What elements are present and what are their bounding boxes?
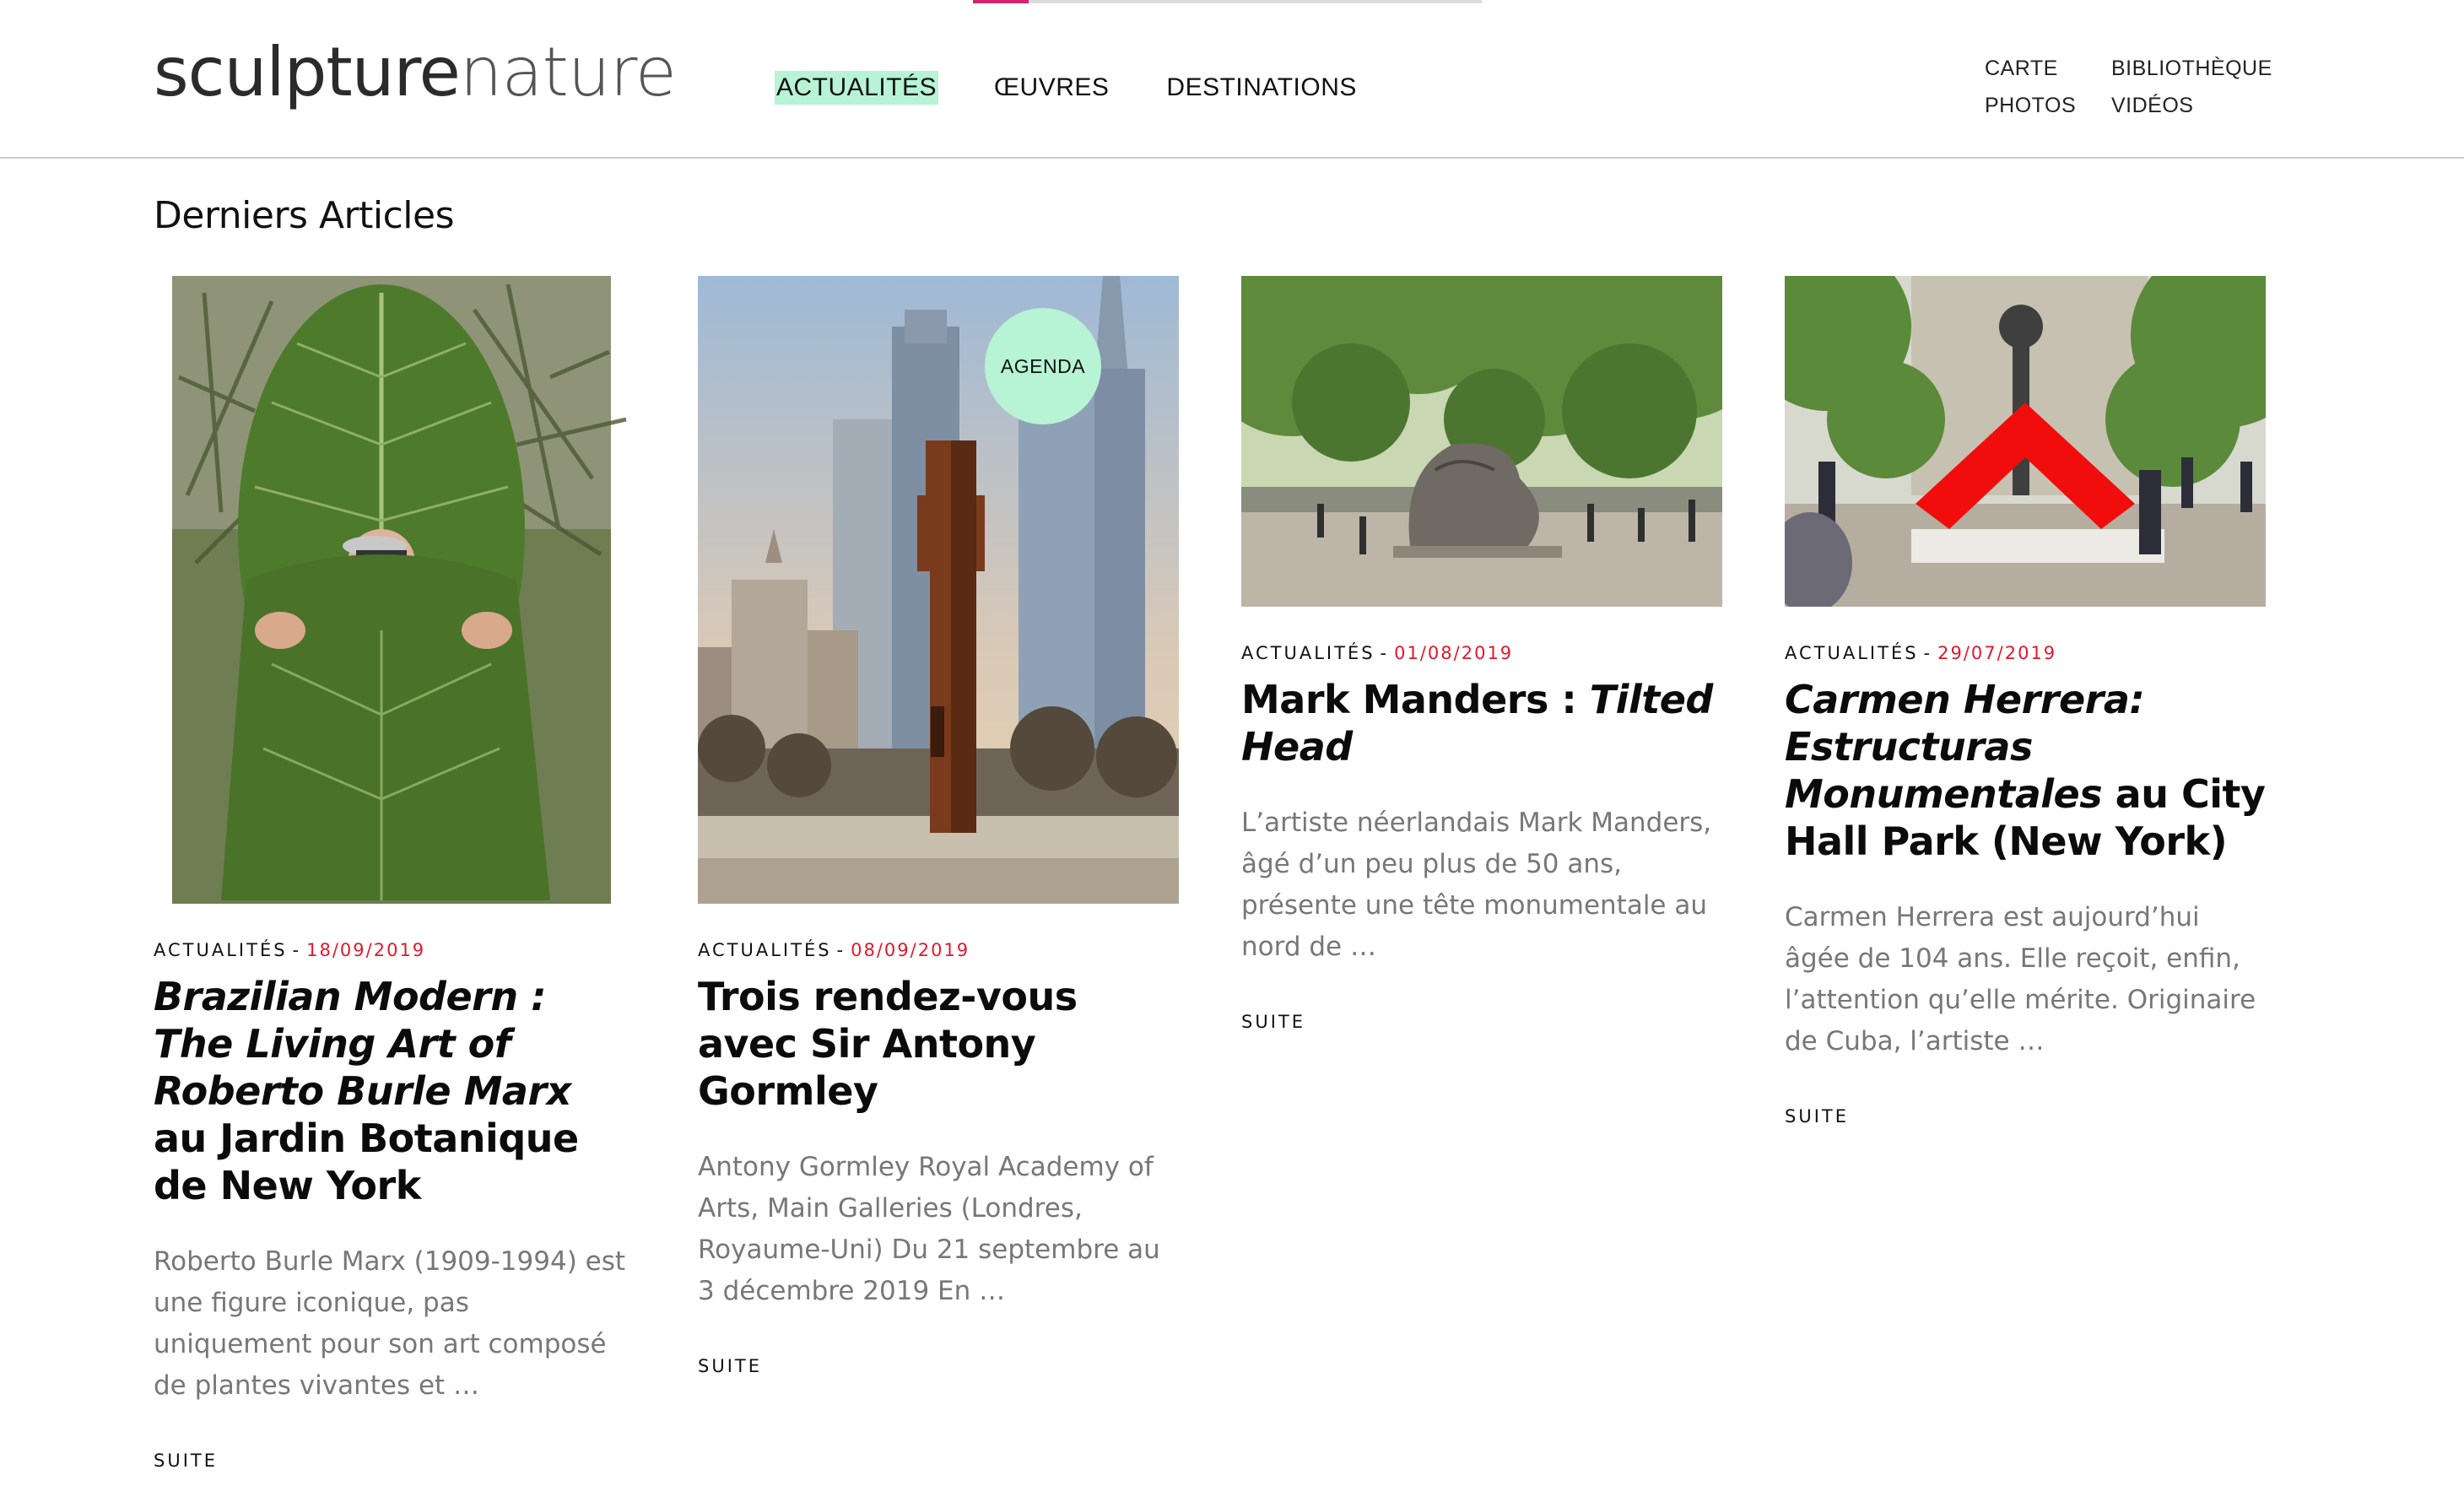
article-date: 01/08/2019 xyxy=(1394,643,1514,663)
article-category[interactable]: ACTUALITÉS xyxy=(698,940,832,960)
article-title-regular: Trois rendez-vous avec Sir Antony Gormle… xyxy=(698,974,1078,1114)
article-title-regular: au Jardin Botanique de New York xyxy=(154,1116,579,1208)
article-thumbnail[interactable] xyxy=(154,276,635,904)
article-thumbnail[interactable]: AGENDA xyxy=(698,276,1179,904)
article-meta: ACTUALITÉS -01/08/2019 xyxy=(1241,642,1722,664)
reading-progress-fill xyxy=(973,0,1029,3)
article-date: 08/09/2019 xyxy=(851,940,970,960)
article-card: ACTUALITÉS -18/09/2019 Brazilian Modern :… xyxy=(154,276,635,1471)
article-card: ACTUALITÉS -01/08/2019 Mark Manders : Til… xyxy=(1241,276,1722,1032)
read-more-link[interactable]: SUITE xyxy=(698,1356,762,1376)
rusted-figure-sculpture-city-photo xyxy=(698,276,1179,904)
article-category[interactable]: ACTUALITÉS xyxy=(1241,643,1375,663)
nav-oeuvres[interactable]: ŒUVRES xyxy=(992,71,1110,105)
article-excerpt: Carmen Herrera est aujourd’hui âgée de 1… xyxy=(1785,902,2256,1056)
article-title[interactable]: Trois rendez-vous avec Sir Antony Gormle… xyxy=(698,973,1179,1115)
nav-actualites[interactable]: ACTUALITÉS xyxy=(775,71,939,105)
utility-navigation: CARTE BIBLIOTHÈQUE PHOTOS VIDÉOS xyxy=(1985,56,2280,118)
meta-separator: - xyxy=(1380,643,1390,663)
read-more-link[interactable]: SUITE xyxy=(1241,1012,1305,1032)
article-title-italic: Brazilian Modern : The Living Art of Rob… xyxy=(154,974,571,1114)
article-meta: ACTUALITÉS -18/09/2019 xyxy=(154,939,635,961)
read-more-link[interactable]: SUITE xyxy=(154,1451,218,1471)
reading-progress-bar xyxy=(973,0,1482,3)
meta-separator: - xyxy=(292,940,302,960)
article-title[interactable]: Mark Manders : Tilted Head xyxy=(1241,676,1722,770)
util-link-photos[interactable]: PHOTOS xyxy=(1985,93,2111,118)
article-card: AGENDA ACTUALITÉS -08/09/2019 Trois rende… xyxy=(698,276,1179,1376)
main-navigation: ACTUALITÉS ŒUVRES DESTINATIONS xyxy=(775,71,1359,105)
logo-text-bold: sculpture xyxy=(154,33,461,111)
agenda-badge[interactable]: AGENDA xyxy=(985,308,1101,424)
site-header: sculpturenature ACTUALITÉS ŒUVRES DESTIN… xyxy=(0,0,2464,159)
meta-separator: - xyxy=(1923,643,1933,663)
logo-text-light: nature xyxy=(459,33,677,111)
article-title[interactable]: Brazilian Modern : The Living Art of Rob… xyxy=(154,973,635,1209)
meta-separator: - xyxy=(836,940,846,960)
article-excerpt: L’artiste néerlandais Mark Manders, âgé … xyxy=(1241,808,1712,962)
section-title: Derniers Articles xyxy=(154,194,455,237)
man-behind-giant-leaf-photo xyxy=(154,276,635,904)
article-excerpt: Roberto Burle Marx (1909-1994) est une f… xyxy=(154,1246,626,1401)
article-category[interactable]: ACTUALITÉS xyxy=(1785,643,1919,663)
article-date: 18/09/2019 xyxy=(306,940,426,960)
read-more-link[interactable]: SUITE xyxy=(1785,1106,1849,1126)
util-link-videos[interactable]: VIDÉOS xyxy=(2111,93,2280,118)
red-chevron-sculpture-park-photo xyxy=(1785,276,2266,607)
article-excerpt: Antony Gormley Royal Academy of Arts, Ma… xyxy=(698,1152,1160,1306)
util-link-bibliotheque[interactable]: BIBLIOTHÈQUE xyxy=(2111,56,2280,81)
article-title[interactable]: Carmen Herrera: Estructuras Monumentales… xyxy=(1785,676,2266,865)
article-card: ACTUALITÉS -29/07/2019 Carmen Herrera: Es… xyxy=(1785,276,2266,1126)
article-meta: ACTUALITÉS -08/09/2019 xyxy=(698,939,1179,961)
article-date: 29/07/2019 xyxy=(1937,643,2057,663)
util-link-carte[interactable]: CARTE xyxy=(1985,56,2111,81)
tilted-head-park-sculpture-photo xyxy=(1241,276,1722,607)
article-thumbnail[interactable] xyxy=(1785,276,2266,607)
article-title-italic: Carmen Herrera: Estructuras Monumentales xyxy=(1785,677,2145,817)
site-logo[interactable]: sculpturenature xyxy=(154,32,677,113)
article-meta: ACTUALITÉS -29/07/2019 xyxy=(1785,642,2266,664)
article-thumbnail[interactable] xyxy=(1241,276,1722,607)
article-category[interactable]: ACTUALITÉS xyxy=(154,940,288,960)
article-title-regular: Mark Manders : xyxy=(1241,677,1590,722)
nav-destinations[interactable]: DESTINATIONS xyxy=(1164,71,1358,105)
